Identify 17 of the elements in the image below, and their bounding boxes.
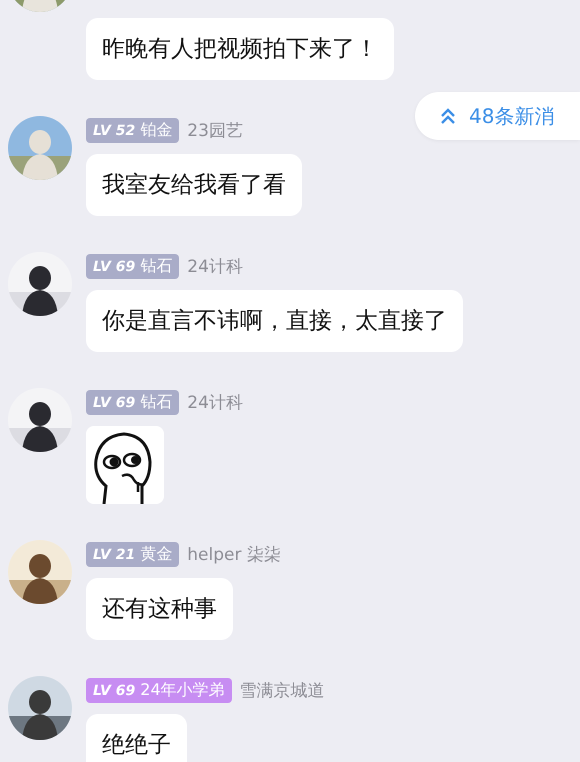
user-name: helper 柒柒 bbox=[187, 544, 281, 566]
level-badge: LV 21 黄金 bbox=[86, 542, 180, 566]
user-name: 24计科 bbox=[187, 392, 243, 414]
level-badge: LV 69 钻石 bbox=[86, 254, 180, 278]
new-messages-button[interactable]: 48条新消 bbox=[415, 92, 580, 140]
message-bubble: 你是直言不讳啊，直接，太直接了 bbox=[86, 290, 463, 352]
double-chevron-up-icon bbox=[439, 107, 457, 125]
user-name: 23园艺 bbox=[187, 120, 243, 142]
level-badge: LV 69 24年小学弟 bbox=[86, 678, 232, 702]
message-bubble: 还有这种事 bbox=[86, 578, 233, 640]
level-badge: LV 69 钻石 bbox=[86, 390, 180, 414]
level-badge: LV 52 铂金 bbox=[86, 118, 180, 142]
user-name: 24计科 bbox=[187, 256, 243, 278]
message-bubble: 我室友给我看了看 bbox=[86, 154, 302, 216]
message-bubble: 昨晚有人把视频拍下来了！ bbox=[86, 18, 394, 80]
message-bubble: 绝绝子 bbox=[86, 714, 187, 762]
user-name: 雪满京城道 bbox=[240, 680, 325, 702]
